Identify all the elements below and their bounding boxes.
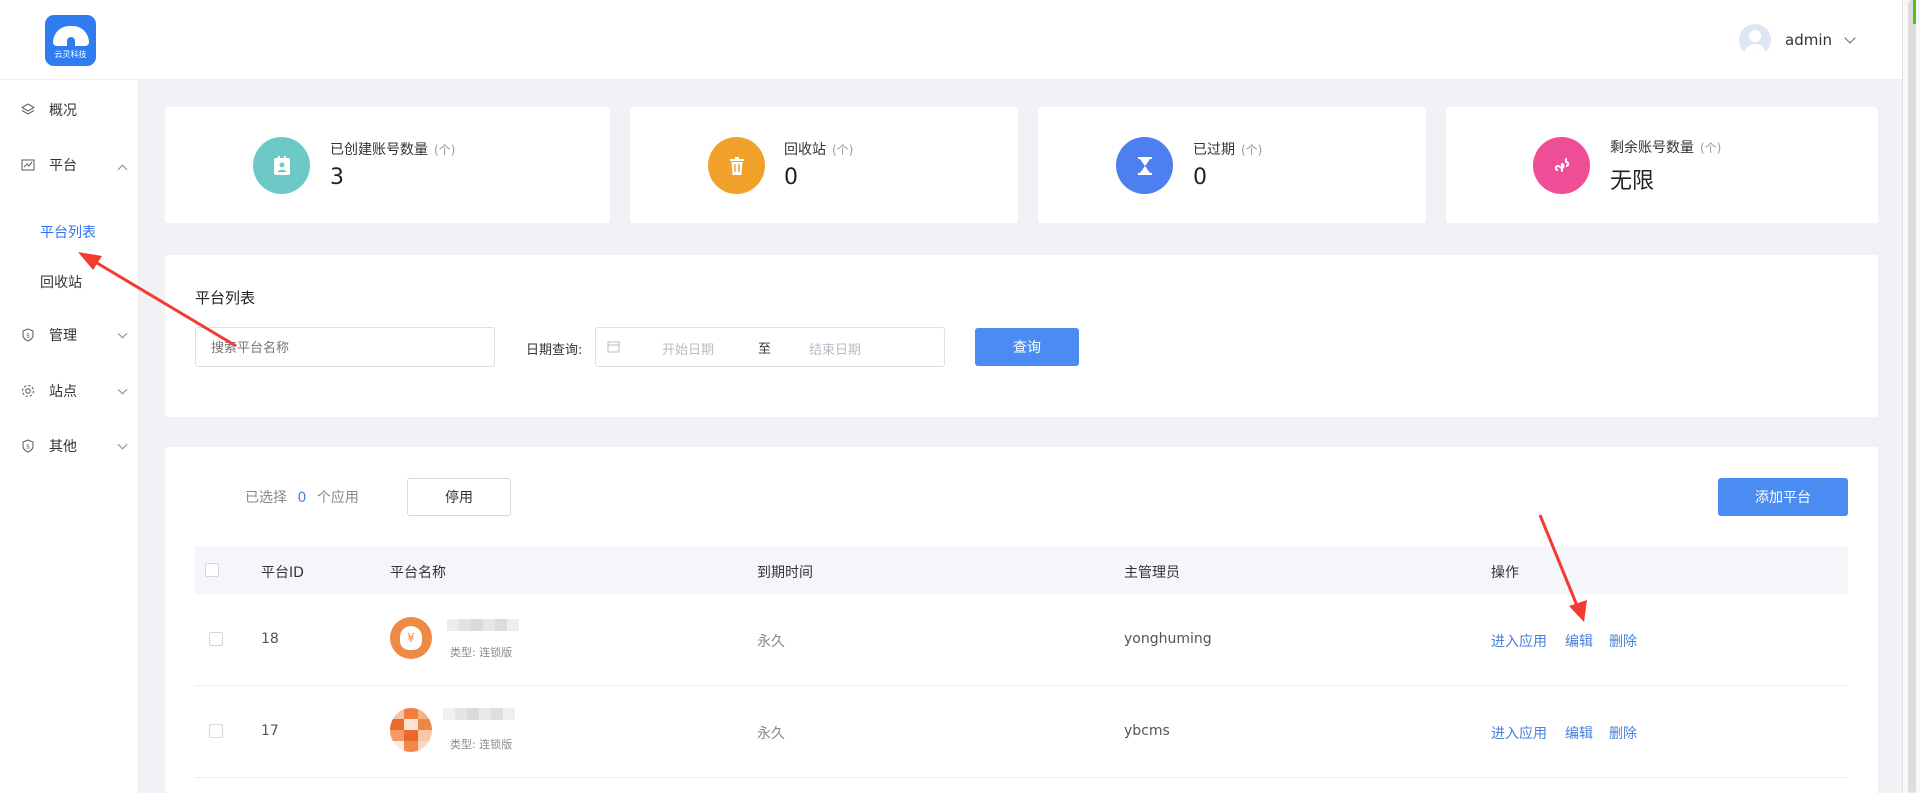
- filter-panel: 平台列表 日期查询: 开始日期 至 结束日期 查询: [165, 255, 1878, 417]
- edit-link[interactable]: 编辑: [1565, 631, 1593, 651]
- trash-icon: [708, 137, 765, 194]
- selected-count: 0: [297, 490, 307, 506]
- table-header: 平台ID 平台名称 到期时间 主管理员 操作: [195, 546, 1848, 594]
- page-scrollbar[interactable]: [1902, 0, 1920, 793]
- user-menu[interactable]: admin: [1739, 24, 1856, 56]
- platform-name-redacted: [447, 619, 519, 631]
- chevron-down-icon: [111, 328, 128, 345]
- badge-icon: [253, 137, 310, 194]
- row-checkbox[interactable]: [209, 632, 223, 646]
- chevron-up-icon: [111, 159, 128, 175]
- sidebar-subitem-platform-list[interactable]: 平台列表: [40, 222, 96, 242]
- platform-avatar: ¥: [390, 617, 432, 659]
- query-button[interactable]: 查询: [975, 328, 1079, 366]
- sidebar-item-manage[interactable]: $ 管理: [0, 320, 139, 350]
- svg-text:$: $: [26, 444, 30, 451]
- stat-card-expired: 已过期 (个) 0: [1038, 107, 1426, 223]
- top-bar: 云灵科技 admin: [0, 0, 1902, 80]
- stat-label: 回收站 (个): [784, 142, 854, 158]
- start-date-input[interactable]: 开始日期: [662, 339, 714, 358]
- table-row[interactable]: 18 ¥ 类型: 连锁版 永久 yonghuming 进入应用 编辑 删除: [195, 594, 1848, 686]
- logo-cloud-icon: [52, 26, 89, 46]
- sidebar-item-label: 站点: [49, 384, 77, 400]
- platform-type: 类型: 连锁版: [450, 738, 513, 751]
- chevron-down-icon[interactable]: [1844, 32, 1856, 44]
- enter-app-link[interactable]: 进入应用: [1491, 631, 1547, 651]
- username[interactable]: admin: [1785, 31, 1832, 49]
- main-admin: yonghuming: [1124, 631, 1212, 647]
- table-row[interactable]: 17 类型: 连锁版 永久 ybcms 进入应用 编辑 删除: [195, 686, 1848, 778]
- date-range-picker[interactable]: 开始日期 至 结束日期: [595, 327, 945, 367]
- app-logo[interactable]: 云灵科技: [45, 15, 96, 66]
- shield-icon: $: [21, 328, 35, 342]
- sidebar-item-overview[interactable]: 概况: [0, 95, 139, 125]
- shield-icon: $: [21, 439, 35, 453]
- column-header: 主管理员: [1124, 565, 1180, 581]
- column-header: 到期时间: [757, 565, 813, 581]
- date-separator: 至: [758, 342, 772, 357]
- scrollbar-indicator: [1913, 0, 1916, 24]
- enter-app-link[interactable]: 进入应用: [1491, 723, 1547, 743]
- platform-name-redacted: [443, 708, 515, 720]
- column-header: 操作: [1491, 565, 1519, 581]
- sidebar-item-site[interactable]: 站点: [0, 376, 139, 406]
- column-header: 平台ID: [261, 565, 304, 581]
- stat-label: 已创建账号数量 (个): [330, 142, 456, 158]
- stat-value: 3: [330, 165, 344, 190]
- disable-button[interactable]: 停用: [407, 478, 511, 516]
- chevron-down-icon: [111, 384, 128, 401]
- hourglass-icon: [1116, 137, 1173, 194]
- platform-avatar: [390, 708, 432, 752]
- scrollbar-thumb[interactable]: [1908, 0, 1916, 793]
- sidebar-item-label: 平台: [49, 158, 77, 174]
- sidebar: 概况 平台 平台列表 回收站 $ 管理 站点 $ 其他: [0, 80, 139, 793]
- expiry-time: 永久: [757, 634, 785, 650]
- money-bag-icon: ¥: [400, 626, 422, 650]
- expiry-time: 永久: [757, 726, 785, 742]
- delete-link[interactable]: 删除: [1609, 723, 1637, 743]
- end-date-input[interactable]: 结束日期: [809, 339, 861, 358]
- stat-card-remaining: 剩余账号数量 (个) 无限: [1446, 107, 1878, 223]
- stat-label: 已过期 (个): [1193, 142, 1263, 158]
- main-admin: ybcms: [1124, 723, 1170, 739]
- sidebar-item-platform[interactable]: 平台: [0, 150, 139, 180]
- stat-label: 剩余账号数量 (个): [1610, 140, 1722, 156]
- search-input[interactable]: [195, 327, 495, 367]
- selection-summary: 已选择 0 个应用: [245, 490, 359, 506]
- add-platform-button[interactable]: 添加平台: [1718, 478, 1848, 516]
- chevron-down-icon: [111, 439, 128, 456]
- platform-id: 18: [261, 631, 279, 647]
- gear-icon: [21, 384, 35, 398]
- platform-id: 17: [261, 723, 279, 739]
- link-icon: [1533, 137, 1590, 194]
- edit-link[interactable]: 编辑: [1565, 723, 1593, 743]
- sidebar-item-other[interactable]: $ 其他: [0, 431, 139, 461]
- row-checkbox[interactable]: [209, 724, 223, 738]
- column-header: 平台名称: [390, 565, 446, 581]
- stat-value: 0: [1193, 165, 1207, 190]
- sidebar-item-label: 其他: [49, 439, 77, 455]
- stat-value: 0: [784, 165, 798, 190]
- sidebar-item-label: 概况: [49, 103, 77, 119]
- layers-icon: [20, 103, 36, 117]
- stat-card-recycle: 回收站 (个) 0: [630, 107, 1018, 223]
- logo-text: 云灵科技: [54, 50, 87, 59]
- stat-value: 无限: [1610, 169, 1655, 194]
- platform-type: 类型: 连锁版: [450, 646, 513, 659]
- page-title: 平台列表: [195, 289, 256, 307]
- calendar-icon: [607, 340, 620, 357]
- stat-card-created: 已创建账号数量 (个) 3: [165, 107, 610, 223]
- avatar[interactable]: [1739, 24, 1771, 56]
- chart-icon: [21, 158, 35, 172]
- delete-link[interactable]: 删除: [1609, 631, 1637, 651]
- date-label: 日期查询:: [526, 343, 583, 358]
- sidebar-item-label: 管理: [49, 328, 77, 344]
- select-all-checkbox[interactable]: [205, 563, 219, 577]
- sidebar-subitem-recycle-bin[interactable]: 回收站: [40, 272, 82, 292]
- svg-text:$: $: [26, 333, 30, 340]
